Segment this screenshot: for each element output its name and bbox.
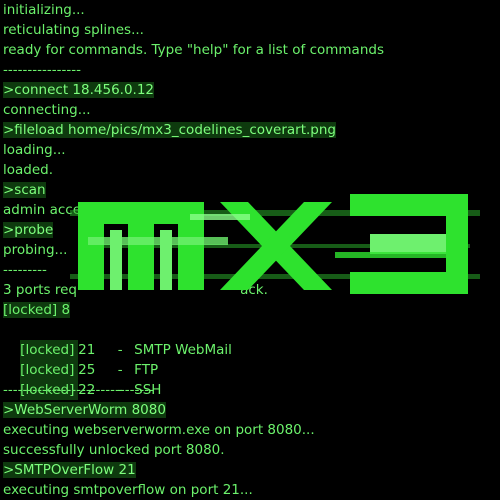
terminal-divider: ----------------	[3, 62, 81, 78]
terminal-line: loading...	[3, 142, 66, 158]
port-row: [locked] 22- SSH	[3, 360, 161, 400]
terminal-line: reticulating splines...	[3, 22, 144, 38]
terminal-divider: ---------	[3, 262, 47, 278]
logo-letter-m	[78, 202, 204, 290]
terminal-line: probing...	[3, 242, 68, 258]
terminal-command: >scan	[3, 182, 46, 198]
terminal-line: connecting...	[3, 102, 91, 118]
terminal-divider: -------------------------------	[3, 382, 155, 398]
terminal-command: >probe	[3, 222, 54, 238]
terminal-line: successfully unlocked port 8080.	[3, 442, 225, 458]
terminal-line: ready for commands. Type "help" for a li…	[3, 42, 384, 58]
terminal-line: initializing...	[3, 2, 85, 18]
mx3-logo: mx3	[70, 194, 480, 294]
terminal-command: >WebServerWorm 8080	[3, 402, 166, 418]
terminal-line: executing smtpoverflow on port 21...	[3, 482, 253, 498]
terminal-command: >fileload home/pics/mx3_codelines_covera…	[3, 122, 336, 138]
terminal-line: executing webserverworm.exe on port 8080…	[3, 422, 315, 438]
terminal-command: >connect 18.456.0.12	[3, 82, 155, 98]
port-row: [locked] 21- SMTP WebMail	[3, 320, 232, 360]
terminal-line: loaded.	[3, 162, 54, 178]
port-row: [locked] 25- FTP	[3, 340, 158, 380]
terminal-line: [locked] 8	[3, 302, 71, 318]
terminal-command: >SMTPOverFlow 21	[3, 462, 136, 478]
